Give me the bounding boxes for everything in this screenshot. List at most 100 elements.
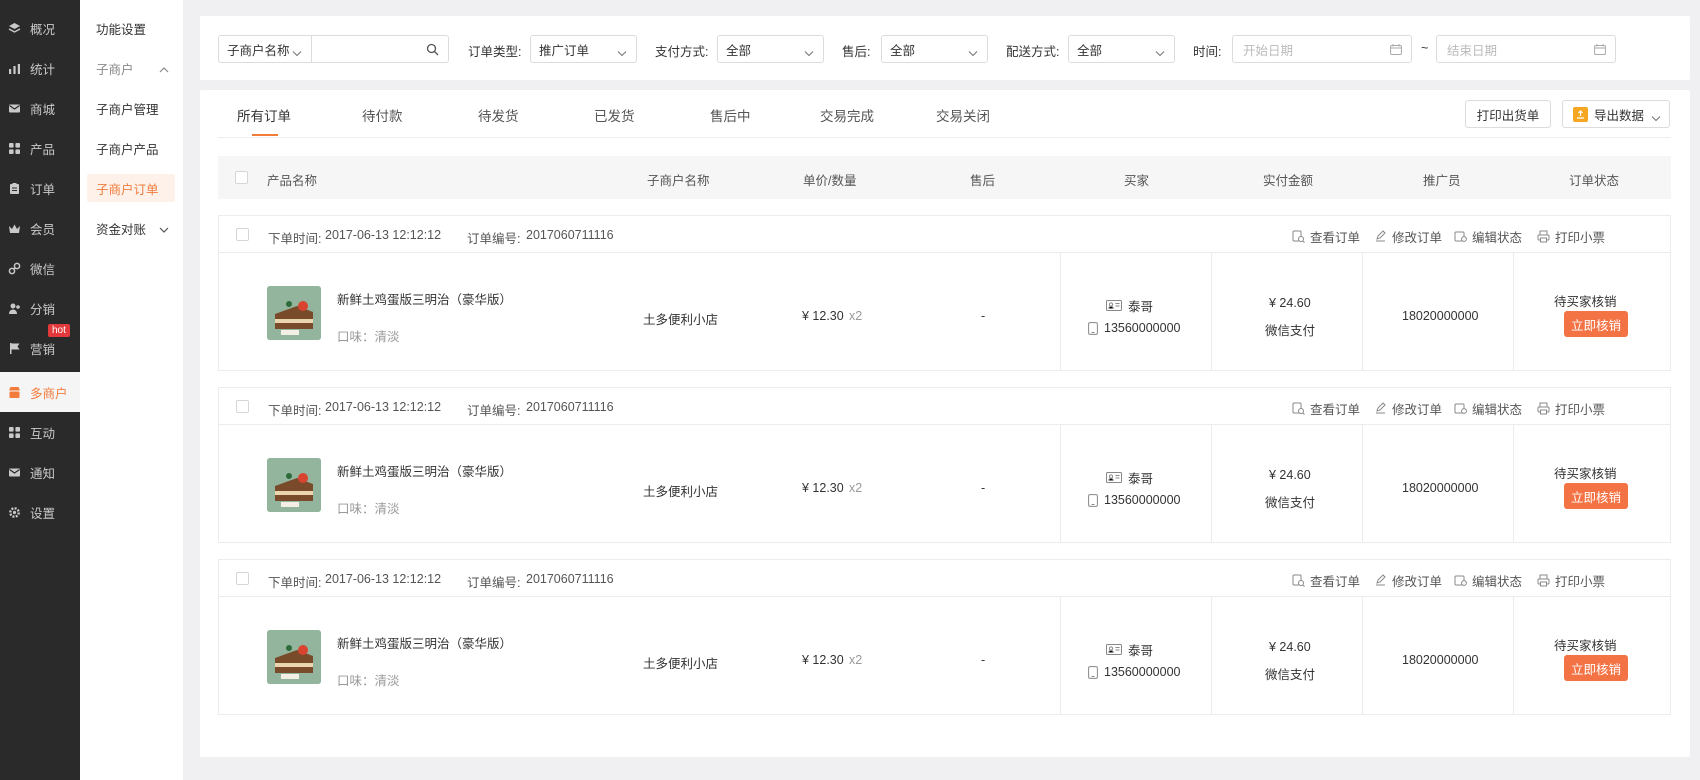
edit-status-icon xyxy=(1454,402,1467,415)
nav-item-mall[interactable]: 商城 xyxy=(0,88,80,128)
tab-completed[interactable]: 交易完成 xyxy=(820,105,874,135)
tab-closed[interactable]: 交易关闭 xyxy=(936,105,990,135)
promoter-phone: 18020000000 xyxy=(1402,309,1479,323)
product-thumbnail[interactable] xyxy=(267,458,321,512)
order-type-value: 推广订单 xyxy=(539,43,590,58)
after-sale-value: - xyxy=(981,481,986,495)
order-checkbox[interactable] xyxy=(236,572,249,585)
nav-item-members[interactable]: 会员 xyxy=(0,208,80,248)
nav-item-multi-merchant[interactable]: 多商户 xyxy=(0,372,80,412)
view-order-button[interactable]: 查看订单 xyxy=(1292,571,1360,590)
product-flavor: 口味：清淡 xyxy=(337,674,400,688)
edit-status-button[interactable]: 编辑状态 xyxy=(1454,571,1522,590)
sub-item-merchant-products[interactable]: 子商户产品 xyxy=(87,134,175,162)
column-divider xyxy=(1362,425,1363,542)
delivery-select[interactable]: 全部 xyxy=(1068,35,1175,63)
order-type-select[interactable]: 推广订单 xyxy=(530,35,637,63)
order-list-card: 所有订单 待付款 待发货 已发货 售后中 交易完成 交易关闭 打印出货单 导出数… xyxy=(200,90,1690,757)
edit-status-button[interactable]: 编辑状态 xyxy=(1454,399,1522,418)
nav-item-overview[interactable]: 概况 xyxy=(0,8,80,48)
sub-item-label: 子商户 xyxy=(96,62,134,77)
end-date-input[interactable]: 结束日期 xyxy=(1436,35,1616,63)
order-checkbox[interactable] xyxy=(236,228,249,241)
pay-method: 微信支付 xyxy=(1265,324,1316,338)
quantity: x2 xyxy=(849,481,863,495)
pay-select[interactable]: 全部 xyxy=(717,35,824,63)
chevron-down-icon xyxy=(292,46,302,60)
print-receipt-button[interactable]: 打印小票 xyxy=(1537,227,1605,246)
tab-all-orders[interactable]: 所有订单 xyxy=(237,105,291,135)
hot-badge: hot xyxy=(48,324,70,337)
tab-after-sale[interactable]: 售后中 xyxy=(710,105,751,135)
nav-item-orders[interactable]: 订单 xyxy=(0,168,80,208)
sub-item-function-settings[interactable]: 功能设置 xyxy=(87,14,175,42)
grid-icon xyxy=(8,142,21,155)
verify-now-button[interactable]: 立即核销 xyxy=(1564,311,1628,337)
buyer-phone: 13560000000 xyxy=(1104,321,1181,335)
tab-pending-shipment[interactable]: 待发货 xyxy=(478,105,519,135)
print-receipt-button[interactable]: 打印小票 xyxy=(1537,571,1605,590)
print-receipt-button[interactable]: 打印小票 xyxy=(1537,399,1605,418)
gear-icon xyxy=(8,506,21,519)
select-all-checkbox[interactable] xyxy=(235,171,248,184)
merchant-search-input[interactable] xyxy=(311,35,449,63)
search-icon[interactable] xyxy=(426,43,439,59)
nav-item-notify[interactable]: 通知 xyxy=(0,452,80,492)
nav-label: 商城 xyxy=(30,102,56,117)
nav-label: 营销 xyxy=(30,342,56,357)
delivery-label: 配送方式: xyxy=(1006,45,1060,59)
edit-order-button[interactable]: 修改订单 xyxy=(1374,399,1442,418)
tab-shipped[interactable]: 已发货 xyxy=(594,105,635,135)
product-name[interactable]: 新鲜土鸡蛋版三明治（豪华版） xyxy=(337,633,512,652)
nav-item-settings[interactable]: 设置 xyxy=(0,492,80,532)
edit-status-button[interactable]: 编辑状态 xyxy=(1454,227,1522,246)
chart-icon xyxy=(8,62,21,75)
sub-item-label: 功能设置 xyxy=(96,22,147,37)
edit-order-button[interactable]: 修改订单 xyxy=(1374,571,1442,590)
chevron-down-icon xyxy=(968,46,978,60)
buyer-name: 泰哥 xyxy=(1128,644,1154,658)
action-label: 编辑状态 xyxy=(1472,575,1523,589)
nav-item-marketing[interactable]: 营销 hot xyxy=(0,324,80,368)
view-order-button[interactable]: 查看订单 xyxy=(1292,227,1360,246)
order-time: 2017-06-13 12:12:12 xyxy=(325,400,442,414)
date-separator: ~ xyxy=(1421,41,1429,55)
sub-item-label: 资金对账 xyxy=(96,222,147,237)
verify-now-button[interactable]: 立即核销 xyxy=(1564,483,1628,509)
product-thumbnail[interactable] xyxy=(267,286,321,340)
sub-item-merchant-manage[interactable]: 子商户管理 xyxy=(87,94,175,122)
verify-label: 立即核销 xyxy=(1570,662,1621,677)
tab-label: 待发货 xyxy=(478,109,519,124)
time-label: 时间: xyxy=(1193,45,1222,59)
nav-item-distribution[interactable]: 分销 xyxy=(0,288,80,328)
edit-order-button[interactable]: 修改订单 xyxy=(1374,227,1442,246)
nav-item-wechat[interactable]: 微信 xyxy=(0,248,80,288)
store-icon xyxy=(8,386,21,399)
sub-item-merchant-orders[interactable]: 子商户订单 xyxy=(87,174,175,202)
verify-now-button[interactable]: 立即核销 xyxy=(1564,655,1628,681)
buyer-phone-row: 13560000000 xyxy=(1088,665,1180,679)
tab-pending-payment[interactable]: 待付款 xyxy=(362,105,403,135)
product-thumbnail[interactable] xyxy=(267,630,321,684)
order-type-label: 订单类型: xyxy=(468,45,522,59)
after-sale-value: - xyxy=(981,309,986,323)
nav-item-interaction[interactable]: 互动 xyxy=(0,412,80,452)
after-sale-select[interactable]: 全部 xyxy=(881,35,988,63)
printer-icon xyxy=(1537,574,1550,587)
product-name[interactable]: 新鲜土鸡蛋版三明治（豪华版） xyxy=(337,289,512,308)
export-data-button[interactable]: 导出数据 xyxy=(1562,100,1670,128)
view-order-button[interactable]: 查看订单 xyxy=(1292,399,1360,418)
print-shipping-button[interactable]: 打印出货单 xyxy=(1465,100,1551,128)
sub-item-sub-merchant-group[interactable]: 子商户 xyxy=(87,54,175,82)
sub-item-fund-reconcile[interactable]: 资金对账 xyxy=(87,214,175,242)
action-label: 修改订单 xyxy=(1392,575,1443,589)
end-date-placeholder: 结束日期 xyxy=(1447,43,1498,58)
nav-item-products[interactable]: 产品 xyxy=(0,128,80,168)
chevron-down-icon xyxy=(617,46,627,60)
merchant-field-select[interactable]: 子商户名称 xyxy=(218,35,312,63)
product-name[interactable]: 新鲜土鸡蛋版三明治（豪华版） xyxy=(337,461,512,480)
order-checkbox[interactable] xyxy=(236,400,249,413)
phone-icon xyxy=(1088,321,1098,335)
start-date-input[interactable]: 开始日期 xyxy=(1232,35,1412,63)
nav-item-stats[interactable]: 统计 xyxy=(0,48,80,88)
